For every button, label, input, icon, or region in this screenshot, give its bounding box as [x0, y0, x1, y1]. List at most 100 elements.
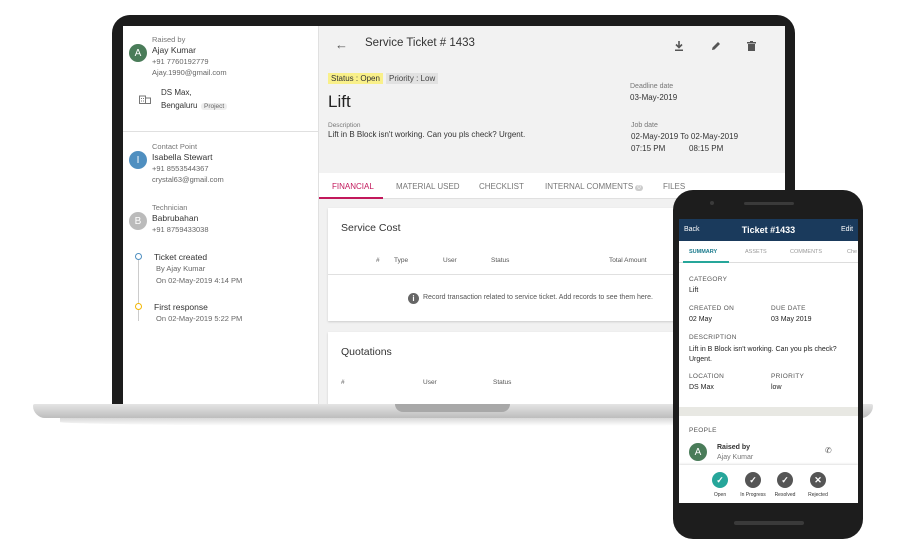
technician-name[interactable]: Babrubahan: [152, 213, 198, 223]
raised-by-email[interactable]: Ajay.1990@gmail.com: [152, 68, 227, 77]
timeline-by: By Ajay Kumar: [156, 264, 206, 273]
timeline-line: [138, 256, 139, 321]
in-progress-status-icon[interactable]: ✓: [745, 472, 761, 488]
phone-screen: Back Ticket #1433 Edit SUMMARY ASSETS CO…: [679, 219, 858, 503]
tab-checklist[interactable]: CHECKLIST: [479, 182, 524, 191]
created-value: 02 May: [689, 316, 712, 323]
category-label: CATEGORY: [689, 276, 728, 283]
ticket-sidebar: Raised by A Ajay Kumar +91 7760192779 Aj…: [123, 26, 319, 404]
edit-icon[interactable]: [711, 38, 721, 56]
rejected-status-icon[interactable]: ✕: [810, 472, 826, 488]
priority-value: low: [771, 384, 782, 391]
priority-label: PRIORITY: [771, 373, 805, 380]
contact-email[interactable]: crystal63@gmail.com: [152, 175, 224, 184]
resolved-status-icon[interactable]: ✓: [777, 472, 793, 488]
site-type-chip: Project: [201, 101, 228, 110]
col-number: #: [376, 257, 380, 264]
service-cost-title: Service Cost: [341, 222, 401, 234]
due-label: DUE DATE: [771, 305, 806, 312]
phone-speaker: [744, 202, 794, 205]
col-status: Status: [493, 379, 512, 386]
phone-tabs: SUMMARY ASSETS COMMENTS Che: [679, 241, 858, 263]
created-label: CREATED ON: [689, 305, 735, 312]
laptop-notch: [395, 404, 510, 412]
phone-call-icon[interactable]: ✆: [825, 446, 832, 455]
raised-by-name[interactable]: Ajay Kumar: [152, 45, 196, 55]
col-total-amount: Total Amount: [609, 257, 647, 264]
phone-app-bar: Back Ticket #1433 Edit: [679, 219, 858, 241]
avatar: A: [689, 443, 707, 461]
due-value: 03 May 2019: [771, 316, 812, 323]
status-rejected-label: Rejected: [808, 492, 828, 498]
contact-point-label: Contact Point: [152, 142, 198, 151]
contact-phone[interactable]: +91 8553544367: [152, 164, 209, 173]
phone-camera: [710, 201, 714, 205]
edit-button[interactable]: Edit: [841, 226, 853, 233]
site-city: Bengaluru: [161, 101, 198, 110]
priority-badge: Priority : Low: [386, 73, 439, 84]
deadline-label: Deadline date: [630, 83, 674, 90]
job-date-label: Job date: [631, 122, 658, 129]
col-number: #: [341, 379, 345, 386]
timeline-on: On 02-May-2019 5:22 PM: [156, 314, 243, 323]
raised-by-phone[interactable]: +91 7760192779: [152, 57, 209, 66]
comments-count-badge: 0: [635, 185, 643, 191]
ticket-subject: Lift: [328, 92, 351, 111]
col-user: User: [443, 257, 457, 264]
ticket-header: ← Service Ticket # 1433 Status : Open Pr…: [319, 26, 785, 173]
col-type: Type: [394, 257, 409, 264]
tab-summary[interactable]: SUMMARY: [689, 249, 717, 255]
tab-financial[interactable]: FINANCIAL: [332, 182, 374, 191]
timeline-dot-icon: [135, 303, 142, 310]
technician-phone[interactable]: +91 8759433038: [152, 225, 209, 234]
tab-comments[interactable]: COMMENTS: [790, 249, 822, 255]
avatar: B: [129, 212, 147, 230]
building-icon: [139, 94, 151, 106]
tab-material-used[interactable]: MATERIAL USED: [396, 182, 460, 191]
raised-by-label: Raised by: [717, 444, 751, 451]
timeline-title: Ticket created: [154, 252, 208, 262]
tab-files[interactable]: FILES: [663, 182, 685, 191]
timeline-title: First response: [154, 302, 208, 312]
description-text: Lift in B Block isn't working. Can you p…: [328, 130, 526, 139]
tab-assets[interactable]: ASSETS: [745, 249, 767, 255]
quotations-title: Quotations: [341, 346, 392, 358]
download-icon[interactable]: [674, 38, 684, 56]
location-value: DS Max: [689, 384, 714, 391]
empty-state-message: Record transaction related to service ti…: [423, 294, 653, 301]
timeline-on: On 02-May-2019 4:14 PM: [156, 276, 243, 285]
contact-name[interactable]: Isabella Stewart: [152, 152, 212, 162]
status-badge: Status : Open: [328, 73, 383, 84]
job-start-time: 07:15 PM: [631, 144, 666, 153]
description-value: Lift in B Block isn't working. Can you p…: [689, 346, 837, 363]
page-title: Service Ticket # 1433: [365, 37, 475, 49]
col-status: Status: [491, 257, 510, 264]
avatar: I: [129, 151, 147, 169]
description-label: Description: [328, 122, 361, 129]
delete-icon[interactable]: [747, 38, 756, 56]
active-tab-indicator: [683, 261, 729, 263]
timeline-dot-icon: [135, 253, 142, 260]
category-value: Lift: [689, 287, 699, 294]
avatar: A: [129, 44, 147, 62]
raised-by-label: Raised by: [152, 35, 186, 44]
phone-title: Ticket #1433: [741, 225, 796, 235]
phone-bottom-speaker: [734, 521, 804, 525]
job-date-range: 02-May-2019 To 02-May-2019: [631, 132, 739, 141]
raised-by-name: Ajay Kumar: [717, 454, 754, 461]
technician-label: Technician: [152, 203, 188, 212]
site-name: DS Max,: [161, 88, 192, 97]
location-label: LOCATION: [689, 373, 725, 380]
divider: [123, 131, 319, 132]
tab-checklist[interactable]: Che: [847, 249, 857, 255]
tab-internal-comments[interactable]: INTERNAL COMMENTS 0: [545, 182, 643, 191]
back-arrow-icon[interactable]: ←: [335, 37, 348, 52]
info-icon: i: [408, 293, 419, 304]
description-label: DESCRIPTION: [689, 334, 737, 341]
people-label: PEOPLE: [689, 427, 717, 434]
col-user: User: [423, 379, 437, 386]
section-divider: [679, 407, 858, 416]
open-status-icon[interactable]: ✓: [712, 472, 728, 488]
status-bar: ✓ Open ✓ In Progress ✓ Resolved ✕ Reject…: [679, 465, 858, 503]
job-end-time: 08:15 PM: [689, 144, 724, 153]
